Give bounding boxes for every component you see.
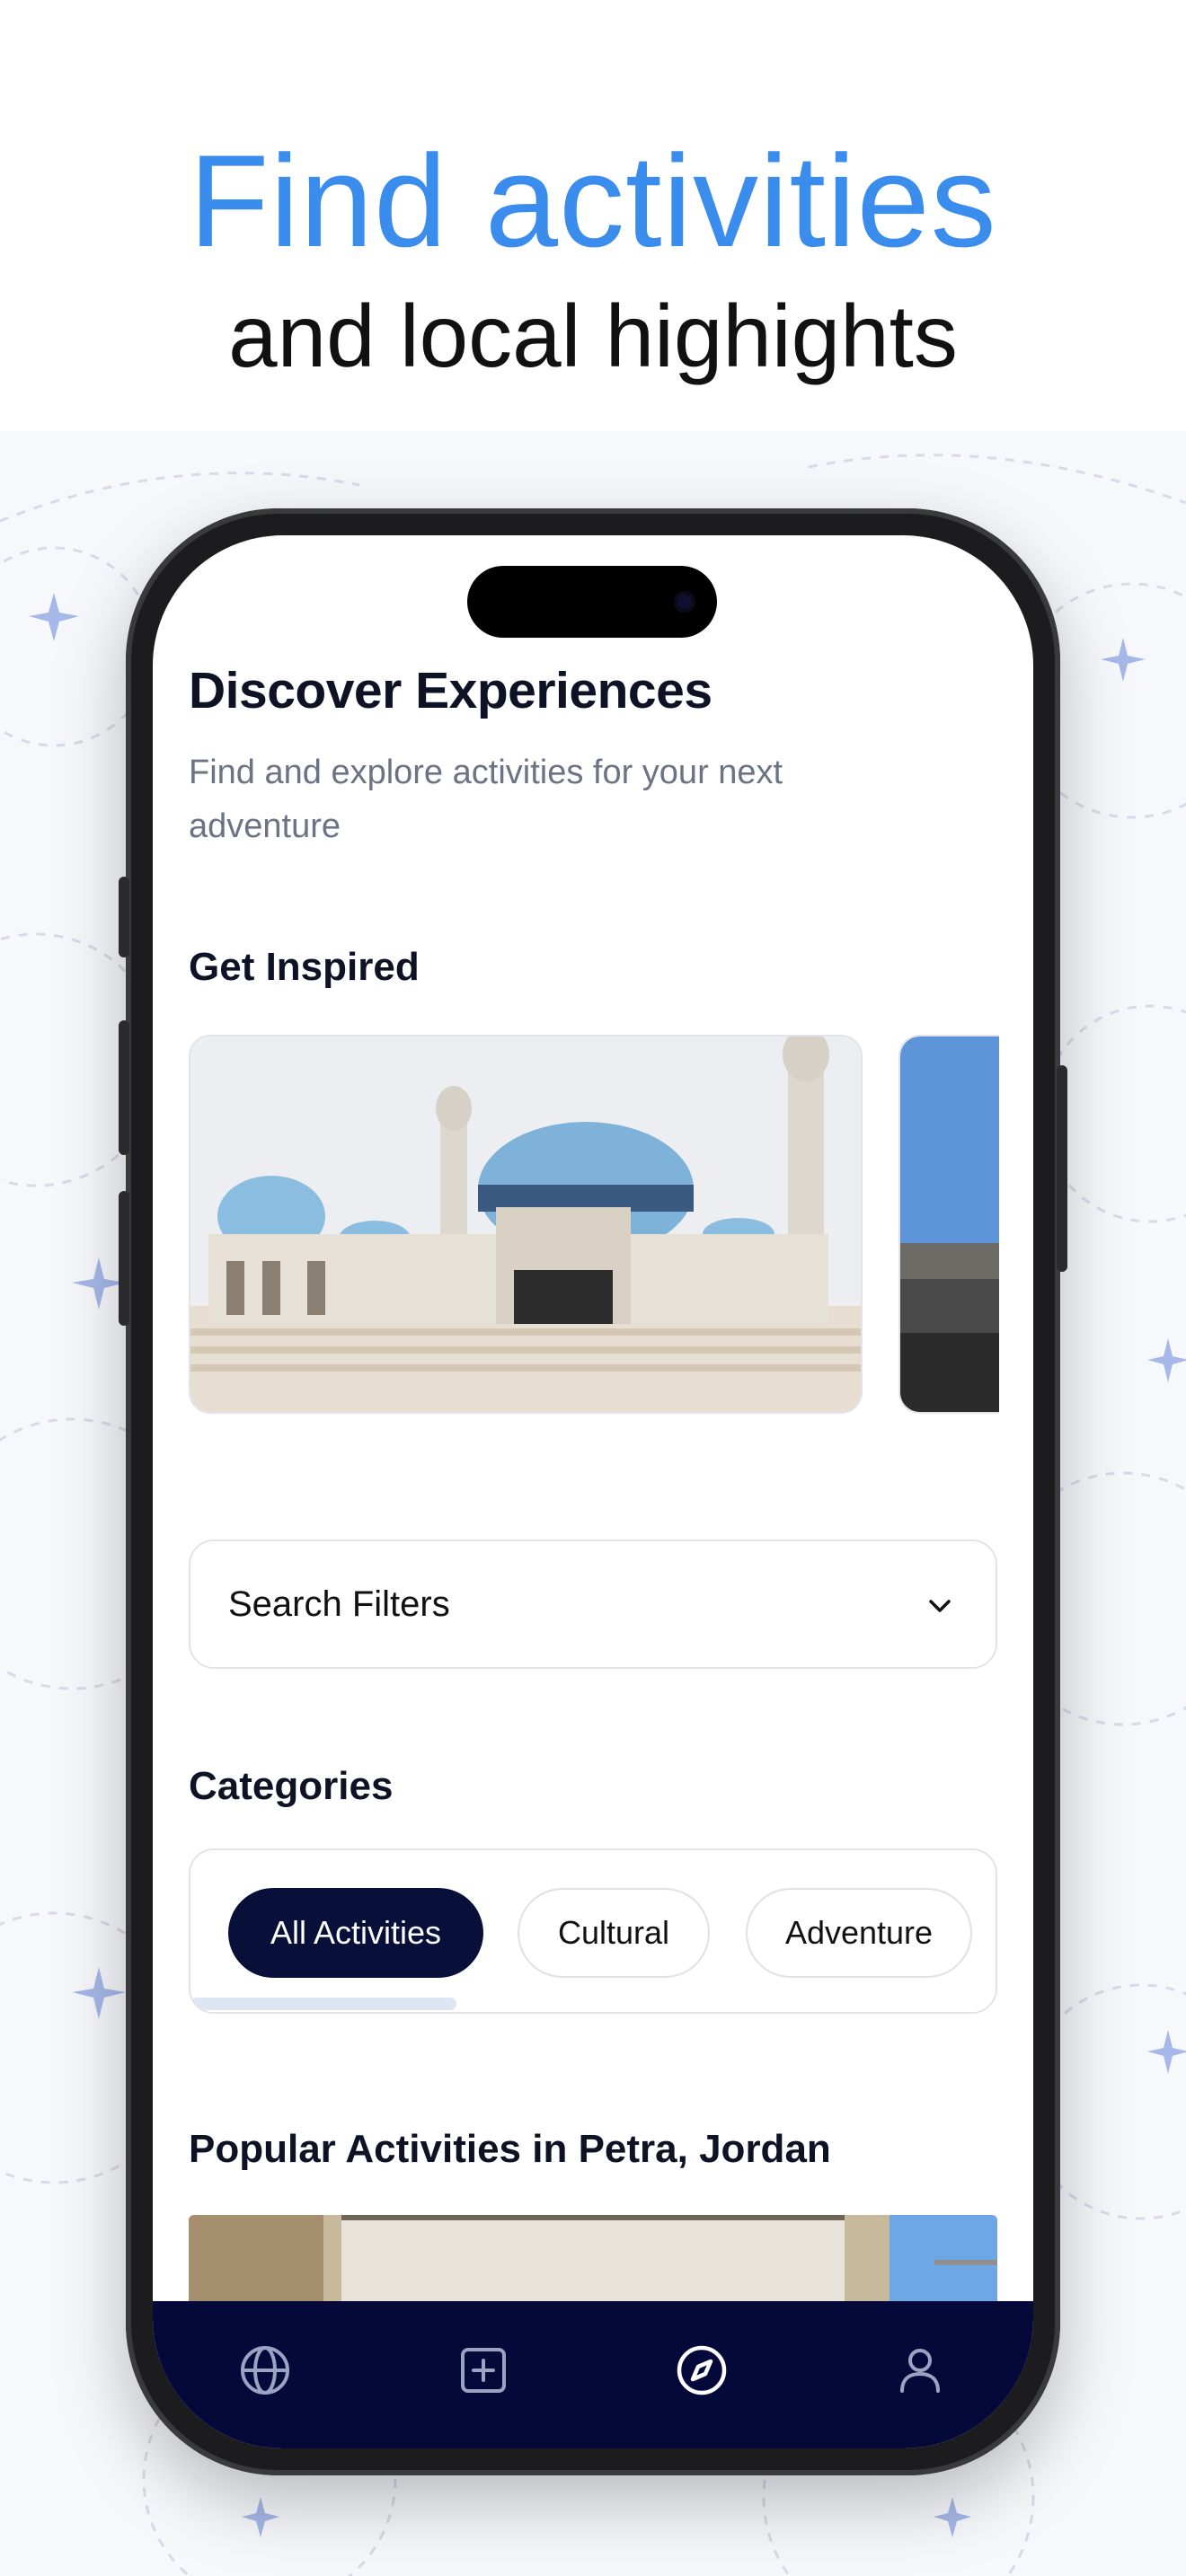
search-filters-dropdown[interactable]: Search Filters (189, 1539, 997, 1669)
tab-explore[interactable] (235, 2341, 295, 2400)
compass-icon (677, 2345, 727, 2395)
volume-up-button (119, 1020, 129, 1155)
horizontal-scrollbar[interactable] (190, 1998, 456, 2010)
tab-profile[interactable] (890, 2341, 950, 2400)
category-chip-adventure[interactable]: Adventure (746, 1888, 972, 1978)
page-title: Discover Experiences (189, 662, 712, 719)
power-button (1057, 1065, 1067, 1272)
action-button (119, 877, 129, 957)
tab-create[interactable] (454, 2341, 513, 2400)
plus-square-icon (461, 2348, 506, 2393)
bottom-tab-bar (153, 2301, 1033, 2448)
phone-screen: Discover Experiences Find and explore ac… (153, 535, 1033, 2448)
mosque-image (190, 1037, 861, 1412)
tab-discover[interactable] (672, 2341, 731, 2400)
category-chip-cultural[interactable]: Cultural (518, 1888, 710, 1978)
category-chip-all[interactable]: All Activities (228, 1888, 483, 1978)
volume-down-button (119, 1191, 129, 1326)
inspiration-card-peek[interactable] (898, 1035, 999, 1414)
globe-icon (241, 2346, 289, 2395)
inspiration-card[interactable] (189, 1035, 863, 1414)
chevron-down-icon (929, 1600, 951, 1612)
dynamic-island (467, 566, 717, 638)
categories-heading: Categories (189, 1764, 394, 1808)
landscape-image (900, 1037, 999, 1412)
categories-scroller[interactable]: All Activities Cultural Adventure (189, 1848, 997, 2014)
camera-icon (674, 591, 695, 613)
hero-title: Find activities (189, 128, 997, 274)
phone-frame: Discover Experiences Find and explore ac… (119, 508, 1067, 2475)
user-icon (900, 2349, 940, 2393)
hero-subtitle: and local highights (228, 287, 958, 385)
page-subtitle: Find and explore activities for your nex… (189, 754, 783, 845)
search-filters-label: Search Filters (228, 1584, 450, 1624)
popular-activities-heading: Popular Activities in Petra, Jordan (189, 2127, 831, 2171)
get-inspired-heading: Get Inspired (189, 945, 420, 989)
